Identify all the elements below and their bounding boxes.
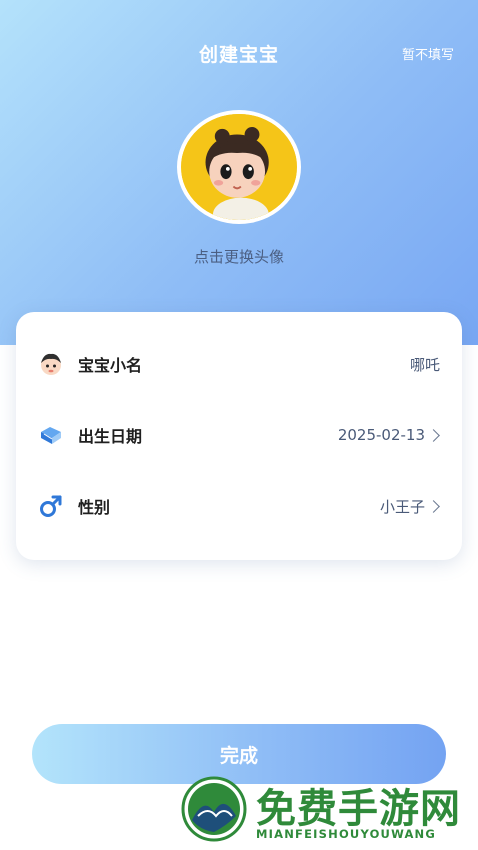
birth-date-text: 2025-02-13 [337,426,425,444]
watermark-subtitle: MIANFEISHOUYOUWANG [256,827,437,841]
done-button[interactable]: 完成 [32,724,446,784]
birth-date-value[interactable]: 2025-02-13 [338,426,440,444]
chevron-right-icon [427,428,440,442]
baby-face-icon [38,351,64,377]
gender-row[interactable]: 性别 小王子 [16,486,462,526]
gender-label: 性别 [78,498,111,517]
gender-text: 小王子 [379,497,425,516]
baby-cartoon-image [181,114,297,220]
birth-date-row[interactable]: 出生日期 2025-02-13 [16,415,462,455]
watermark-title: 免费手游网 [256,785,461,832]
nickname-value[interactable]: 哪吒 [410,354,440,375]
chevron-right-icon [427,499,440,513]
baby-info-card: 宝宝小名 哪吒 出生日期 2025-02-13 性别 小王子 [16,312,462,560]
nickname-row[interactable]: 宝宝小名 哪吒 [16,344,462,384]
birth-date-label: 出生日期 [78,427,143,446]
baby-avatar[interactable] [177,110,301,224]
gender-value[interactable]: 小王子 [380,496,440,517]
male-symbol-icon [38,493,64,519]
calendar-book-icon [38,422,64,448]
nickname-label: 宝宝小名 [78,356,143,375]
change-avatar-hint[interactable]: 点击更换头像 [0,246,478,267]
skip-button[interactable]: 暂不填写 [402,44,454,63]
watermark-logo-icon [181,776,247,842]
